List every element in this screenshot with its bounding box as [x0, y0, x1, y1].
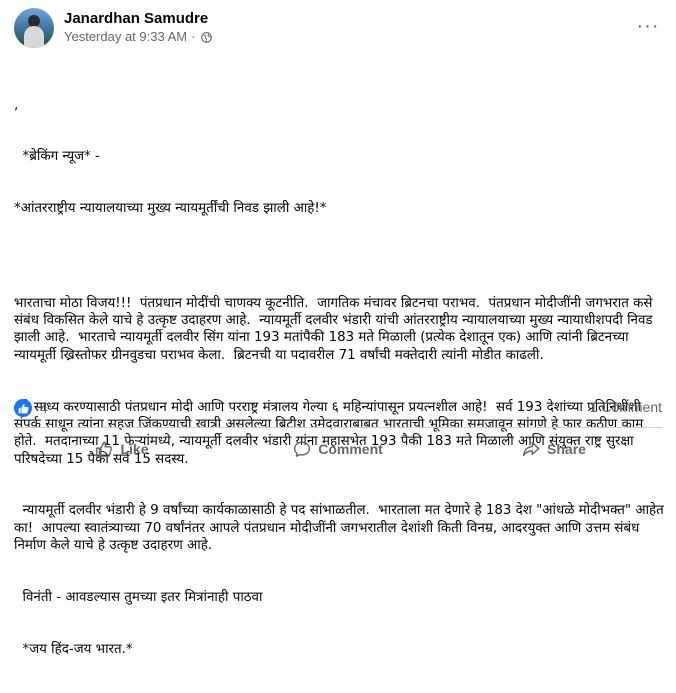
thumbs-up-icon: [96, 441, 113, 457]
share-icon: [522, 441, 540, 457]
comments-count[interactable]: 1 Comment: [590, 399, 662, 415]
action-bar: Like Comment Share: [14, 432, 662, 466]
comment-icon: [294, 441, 311, 457]
author-name[interactable]: Janardhan Samudre: [64, 10, 212, 28]
share-button[interactable]: Share: [446, 432, 662, 466]
post-body: , *ब्रेकिंग न्यूज* - *आंतरराष्ट्रीय न्या…: [14, 62, 664, 693]
post-timestamp[interactable]: Yesterday at 9:33 AM: [64, 28, 187, 46]
like-button[interactable]: Like: [14, 432, 230, 466]
post-paragraph-3: न्यायमूर्ती दलवीर भंडारी हे 9 वर्षांच्या…: [14, 503, 669, 554]
post-header: Janardhan Samudre Yesterday at 9:33 AM ·: [14, 6, 213, 50]
post-subline: Yesterday at 9:33 AM ·: [64, 28, 213, 46]
post-meta: Janardhan Samudre Yesterday at 9:33 AM ·: [64, 10, 213, 46]
reactions-summary[interactable]: 4: [14, 398, 48, 418]
divider: [14, 427, 662, 428]
more-options-button[interactable]: ···: [634, 12, 662, 40]
post-line-breaking: *ब्रेकिंग न्यूज* -: [14, 149, 100, 165]
more-options-icon: ···: [636, 14, 660, 37]
globe-icon[interactable]: [201, 31, 213, 43]
like-label: Like: [120, 441, 149, 457]
avatar[interactable]: [14, 8, 54, 48]
avatar-figure-body: [24, 26, 44, 48]
post-paragraph-1: भारताचा मोठा विजय!!! पंतप्रधान मोदींची च…: [14, 295, 657, 363]
comment-button[interactable]: Comment: [230, 432, 446, 466]
facebook-post: Janardhan Samudre Yesterday at 9:33 AM ·…: [0, 0, 676, 657]
post-paragraph-4: विनंती - आवडल्यास तुमच्या इतर मित्रांनाह…: [14, 589, 263, 605]
share-label: Share: [547, 441, 586, 457]
like-icon: [14, 399, 32, 417]
post-line-comma: ,: [14, 97, 19, 113]
comment-label: Comment: [318, 441, 383, 457]
post-line-headline: *आंतरराष्ट्रीय न्यायालयाच्या मुख्य न्याय…: [14, 201, 327, 217]
reaction-count: 4: [40, 400, 48, 416]
post-paragraph-5: *जय हिंद-जय भारत.*: [14, 641, 133, 657]
separator: ·: [191, 29, 196, 44]
